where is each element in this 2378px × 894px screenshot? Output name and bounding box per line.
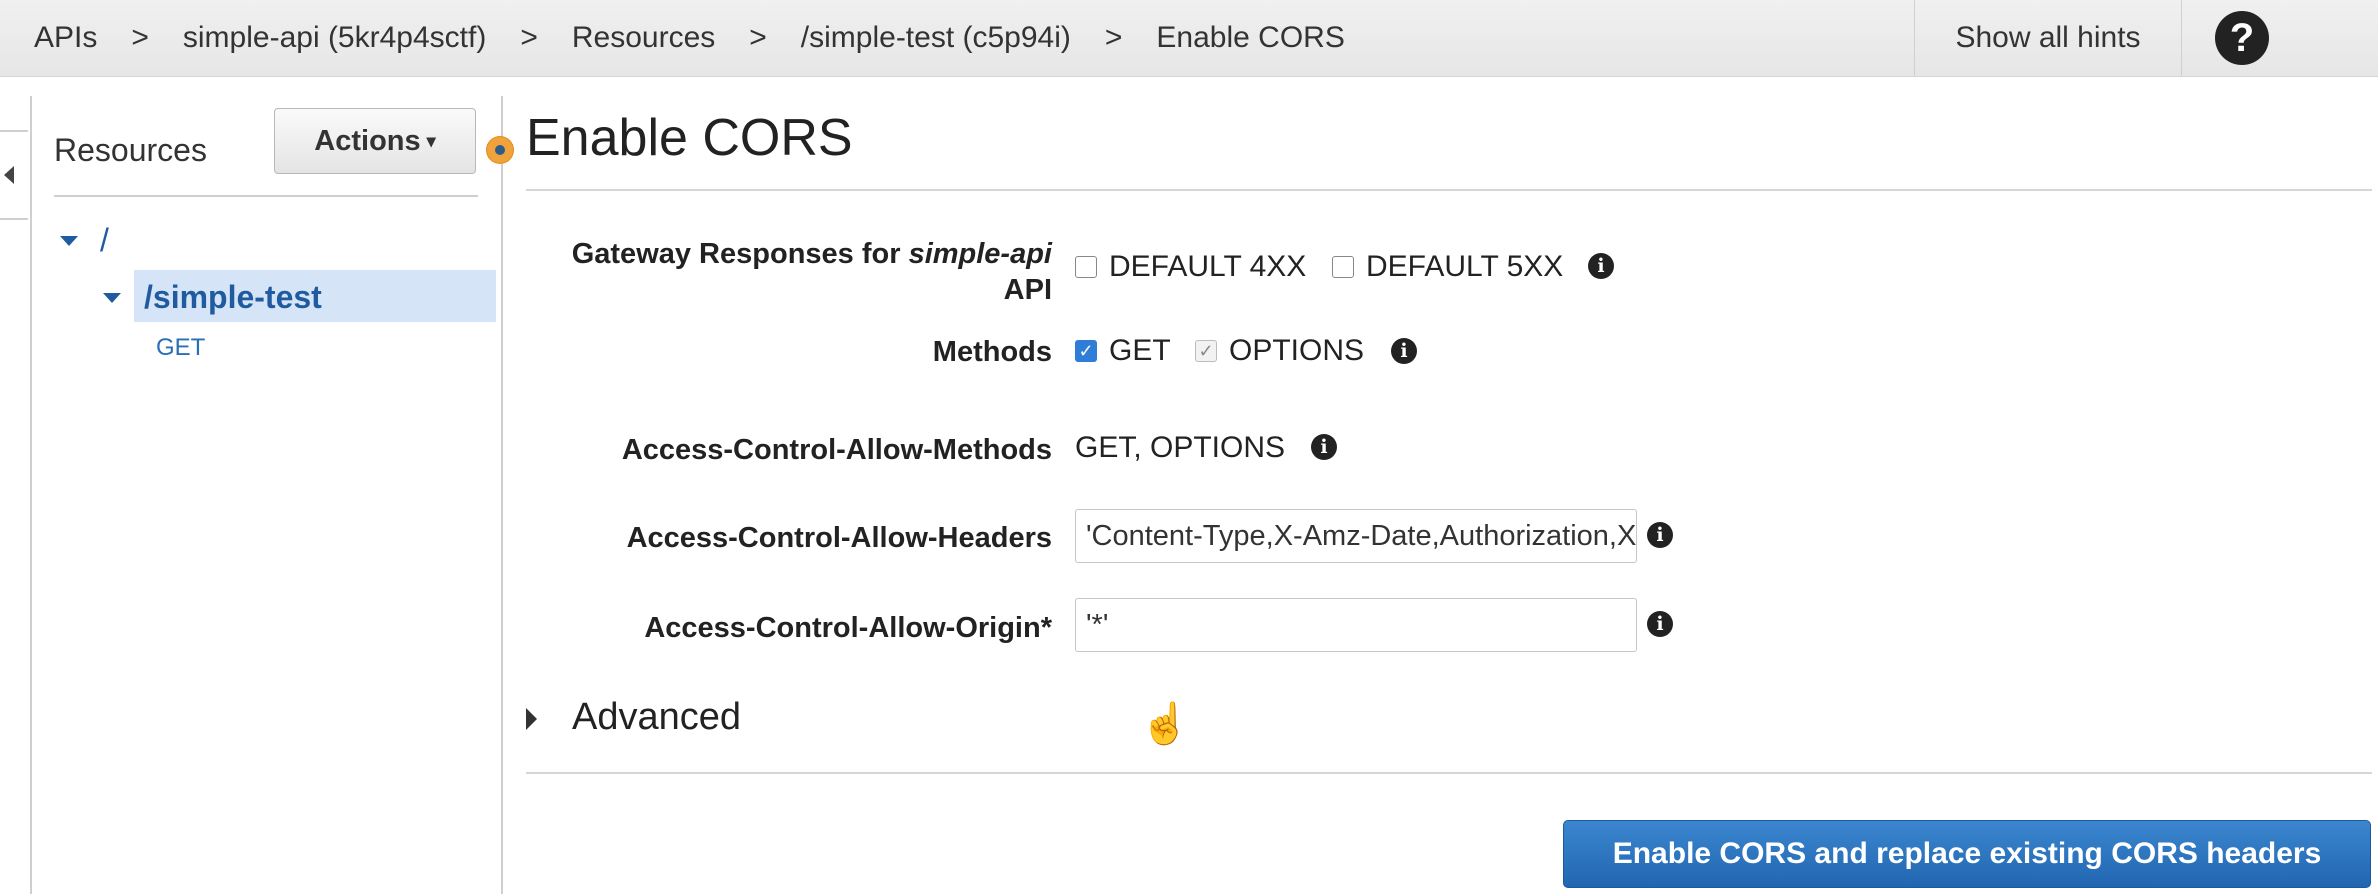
- panel-divider[interactable]: [501, 96, 503, 894]
- resources-divider: [54, 195, 478, 197]
- collapse-arrow-icon[interactable]: [4, 166, 14, 184]
- tree-root-item[interactable]: /: [100, 222, 109, 259]
- acam-value: GET, OPTIONS: [1075, 431, 1286, 464]
- acao-label: Access-Control-Allow-Origin*: [644, 612, 1052, 644]
- section-divider: [526, 772, 2372, 774]
- acao-input[interactable]: [1075, 598, 1637, 652]
- enable-cors-button[interactable]: Enable CORS and replace existing CORS he…: [1563, 820, 2371, 888]
- collapse-strip: [0, 96, 32, 894]
- breadcrumb-current: Enable CORS: [1156, 21, 1345, 54]
- page-title: Enable CORS: [526, 109, 853, 167]
- method-options-label: OPTIONS: [1229, 334, 1365, 367]
- breadcrumb-separator: >: [131, 21, 149, 54]
- acam-label: Access-Control-Allow-Methods: [621, 434, 1052, 466]
- info-icon[interactable]: i: [1311, 434, 1337, 460]
- method-options-checkbox: ✓: [1195, 340, 1217, 362]
- show-all-hints-button[interactable]: Show all hints: [1914, 0, 2182, 76]
- title-divider: [526, 189, 2372, 191]
- default-4xx-label: DEFAULT 4XX: [1109, 250, 1307, 283]
- help-icon[interactable]: ?: [2215, 11, 2269, 65]
- breadcrumb-separator: >: [1104, 21, 1123, 54]
- caret-down-icon: ▾: [426, 130, 436, 151]
- breadcrumb-api[interactable]: simple-api (5kr4p4sctf): [183, 21, 486, 55]
- gateway-label-suffix: API: [1003, 274, 1052, 306]
- info-icon[interactable]: i: [1588, 253, 1614, 279]
- top-bar: APIs > simple-api (5kr4p4sctf) > Resourc…: [0, 0, 2378, 77]
- method-get-option[interactable]: ✓ GET: [1075, 334, 1171, 368]
- default-5xx-label: DEFAULT 5XX: [1366, 250, 1564, 283]
- default-4xx-option[interactable]: DEFAULT 4XX: [1075, 250, 1306, 284]
- breadcrumb: APIs > simple-api (5kr4p4sctf) > Resourc…: [34, 0, 1345, 76]
- breadcrumb-separator: >: [520, 21, 538, 54]
- acah-label: Access-Control-Allow-Headers: [626, 522, 1052, 554]
- gateway-responses-label: Gateway Responses for simple-api API: [492, 236, 1052, 308]
- gateway-label-prefix: Gateway Responses for: [571, 238, 909, 270]
- resize-handle-icon[interactable]: [487, 137, 513, 163]
- breadcrumb-resource[interactable]: /simple-test (c5p94i): [801, 21, 1071, 55]
- hand-pointer-icon: ☝: [1140, 702, 1190, 746]
- info-icon[interactable]: i: [1647, 522, 1673, 548]
- strip-divider: [0, 106, 28, 132]
- method-get-label: GET: [1109, 334, 1171, 367]
- info-icon[interactable]: i: [1647, 611, 1673, 637]
- tree-method-get[interactable]: GET: [156, 334, 205, 362]
- expand-triangle-icon[interactable]: [526, 708, 537, 730]
- breadcrumb-separator: >: [749, 21, 767, 54]
- default-5xx-checkbox[interactable]: [1332, 256, 1354, 278]
- advanced-toggle[interactable]: Advanced: [572, 696, 741, 739]
- method-options-option: ✓ OPTIONS: [1195, 334, 1364, 368]
- expand-triangle-icon[interactable]: [60, 236, 78, 246]
- resources-title: Resources: [54, 132, 207, 168]
- acah-input[interactable]: [1075, 509, 1637, 563]
- breadcrumb-resources[interactable]: Resources: [572, 21, 715, 55]
- default-4xx-checkbox[interactable]: [1075, 256, 1097, 278]
- info-icon[interactable]: i: [1391, 338, 1417, 364]
- default-5xx-option[interactable]: DEFAULT 5XX: [1332, 250, 1563, 284]
- tree-resource-simple-test[interactable]: /simple-test: [144, 279, 322, 316]
- actions-label: Actions: [314, 124, 421, 157]
- method-get-checkbox[interactable]: ✓: [1075, 340, 1097, 362]
- strip-divider: [0, 218, 28, 220]
- breadcrumb-apis[interactable]: APIs: [34, 21, 97, 55]
- gateway-label-api: simple-api: [908, 238, 1052, 270]
- actions-dropdown-button[interactable]: Actions ▾: [274, 108, 476, 174]
- expand-triangle-icon[interactable]: [103, 293, 121, 303]
- methods-label: Methods: [932, 336, 1052, 368]
